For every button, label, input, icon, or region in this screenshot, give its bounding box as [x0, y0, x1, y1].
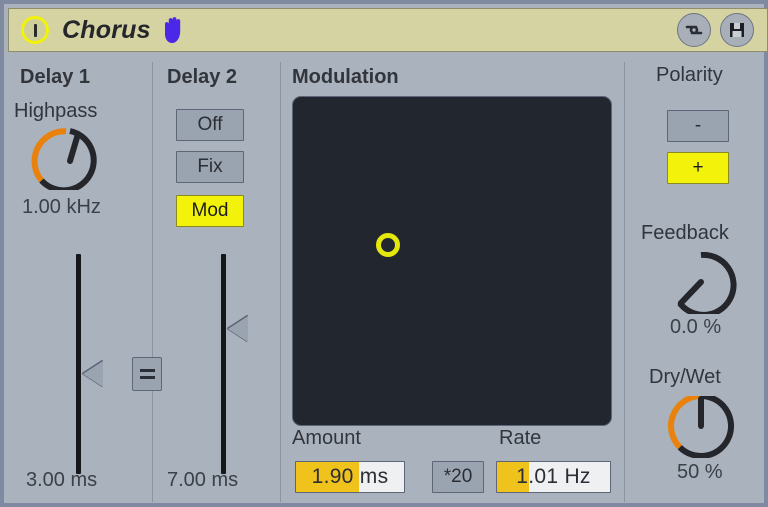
delay-link-button[interactable]	[132, 357, 162, 391]
rate-value: 1.01 Hz	[516, 465, 591, 488]
highpass-knob[interactable]	[27, 128, 113, 195]
modulation-xy-marker[interactable]	[376, 232, 401, 257]
delay2-mode-mod[interactable]: Mod	[176, 195, 244, 227]
delay2-time-handle[interactable]	[228, 316, 248, 342]
polarity-minus-button[interactable]: -	[667, 110, 729, 142]
modulation-xy-pad[interactable]	[292, 96, 612, 426]
amount-field[interactable]: 1.90 ms	[295, 461, 405, 493]
polarity-plus-button[interactable]: +	[667, 152, 729, 184]
delay1-title: Delay 1	[20, 66, 91, 88]
delay1-filter-label: Highpass	[14, 100, 98, 122]
amount-value: 1.90 ms	[311, 465, 389, 488]
delay1-time-handle[interactable]	[83, 361, 103, 387]
feedback-value: 0.0 %	[670, 316, 722, 338]
modulation-multiplier-button[interactable]: *20	[432, 461, 484, 493]
delay2-mode-off[interactable]: Off	[176, 109, 244, 141]
feedback-label: Feedback	[641, 222, 729, 244]
feedback-knob[interactable]	[662, 251, 740, 319]
delay2-time-value: 7.00 ms	[167, 469, 239, 491]
hot-swap-icon[interactable]	[677, 13, 711, 47]
rate-label: Rate	[499, 427, 542, 449]
column-divider-2	[280, 62, 281, 502]
delay2-title: Delay 2	[167, 66, 238, 88]
polarity-label: Polarity	[656, 64, 723, 86]
delay1-time-track[interactable]	[76, 254, 81, 474]
save-disk-icon[interactable]	[720, 13, 754, 47]
delay1-filter-value: 1.00 kHz	[22, 196, 101, 218]
amount-label: Amount	[292, 427, 361, 449]
column-divider-1	[152, 62, 153, 502]
device-title: Chorus	[62, 15, 151, 44]
drywet-knob[interactable]	[662, 393, 740, 463]
modulation-title: Modulation	[292, 66, 399, 88]
column-divider-3	[624, 62, 625, 502]
delay1-time-value: 3.00 ms	[26, 469, 98, 491]
device-title-bar: Chorus	[8, 8, 768, 52]
drywet-value: 50 %	[677, 461, 723, 483]
delay2-time-track[interactable]	[221, 254, 226, 474]
hand-cursor-icon	[161, 15, 187, 45]
chorus-device-panel: Chorus Delay 1 Highpass 1.00 kHz 3.00 ms…	[0, 0, 768, 507]
drywet-label: Dry/Wet	[649, 366, 721, 388]
delay2-mode-fix[interactable]: Fix	[176, 151, 244, 183]
power-icon[interactable]	[21, 16, 49, 44]
rate-field[interactable]: 1.01 Hz	[496, 461, 611, 493]
